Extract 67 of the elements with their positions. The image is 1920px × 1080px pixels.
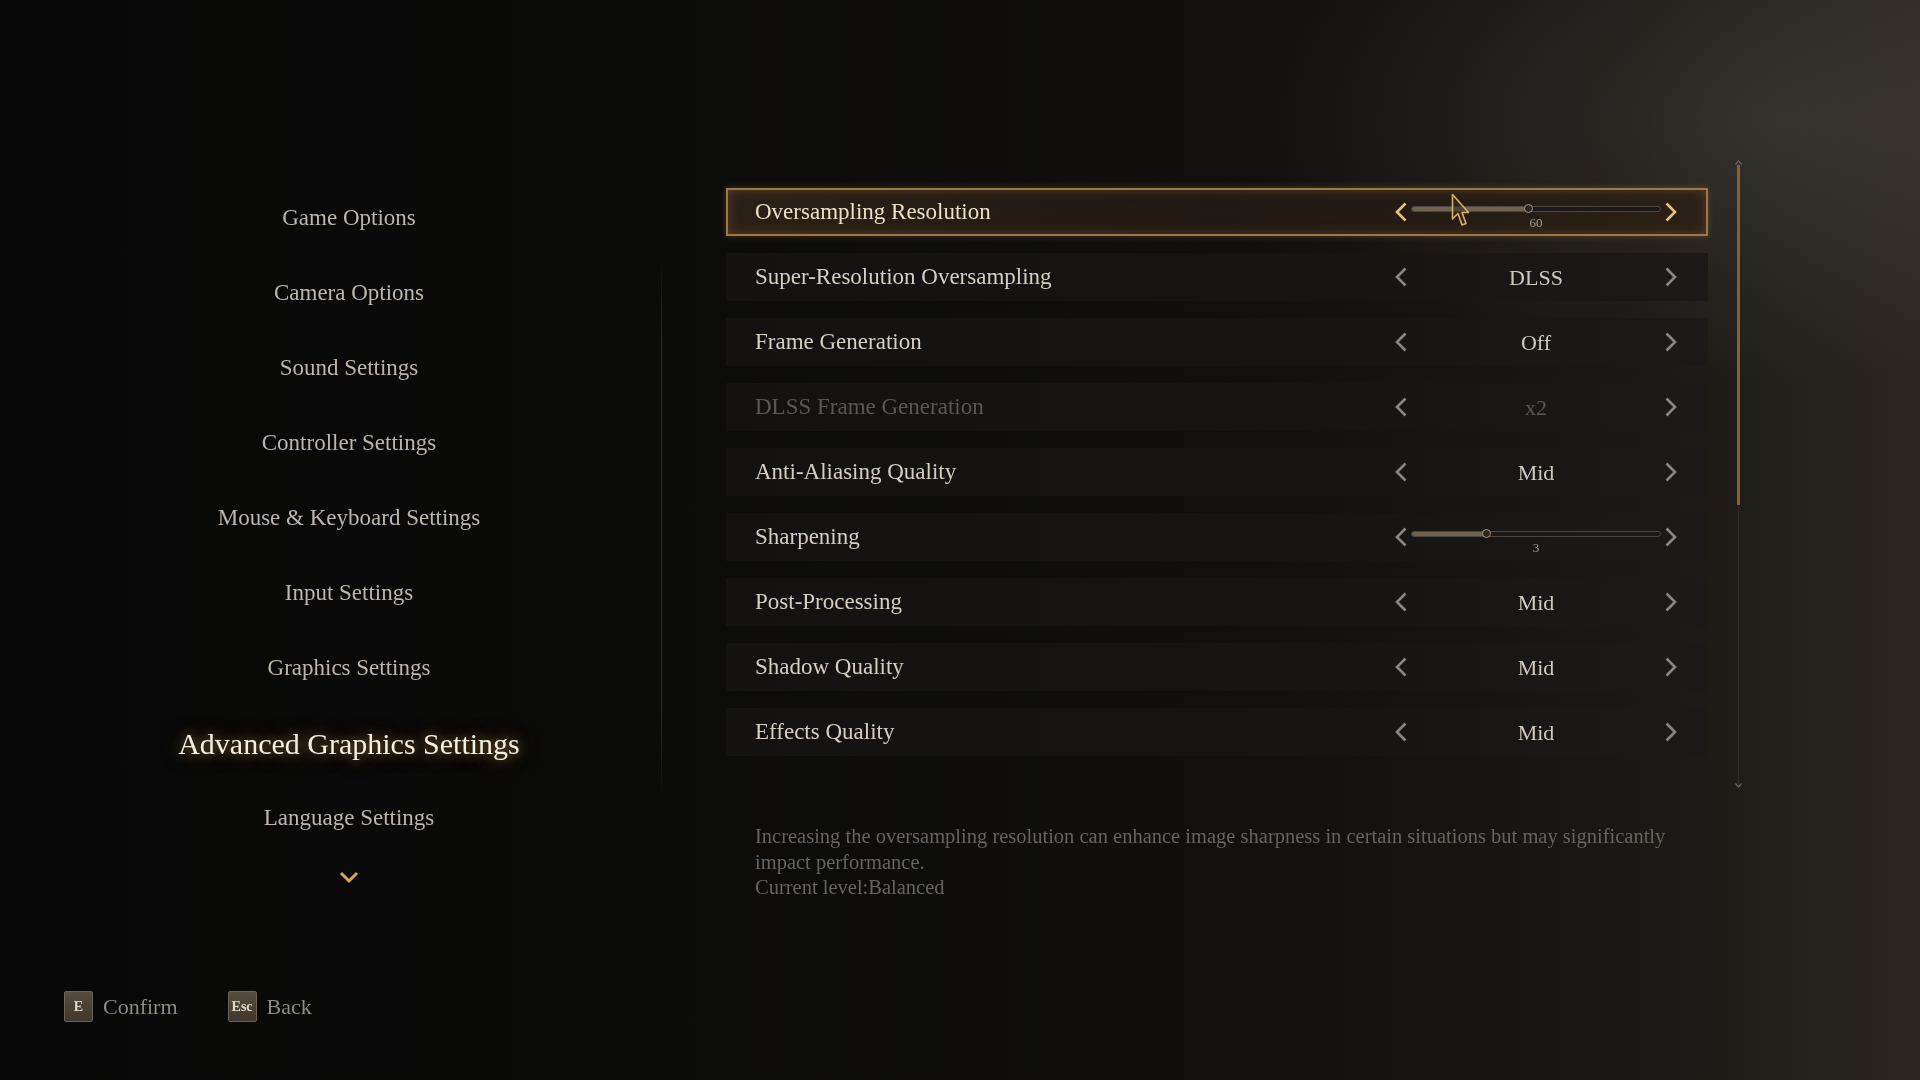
hint-button[interactable]: E Confirm [64,990,178,1023]
chevron-left-icon[interactable] [1395,657,1407,677]
menu-item[interactable]: Sound Settings [271,331,427,406]
chevron-right-icon[interactable] [1665,657,1677,677]
scrollbar-thumb[interactable] [1737,165,1740,505]
menu-item[interactable]: Input Settings [276,556,422,631]
setting-row[interactable]: Anti-Aliasing Quality Mid [726,448,1708,496]
menu-item[interactable]: Controller Settings [253,406,445,481]
chevron-right-icon[interactable] [1665,267,1677,287]
chevron-right-icon[interactable] [1665,202,1677,222]
slider-thumb[interactable] [1481,529,1491,538]
chevron-right-icon[interactable] [1665,722,1677,742]
setting-row[interactable]: Frame Generation Off [726,318,1708,366]
menu-item[interactable]: Camera Options [265,256,433,331]
setting-label: Anti-Aliasing Quality [755,457,957,486]
chevron-left-icon[interactable] [1395,332,1407,352]
scrollbar[interactable] [1737,165,1740,783]
chevron-right-icon[interactable] [1665,462,1677,482]
chevron-down-icon[interactable] [339,871,359,884]
setting-value: Mid [1517,653,1555,682]
setting-row[interactable]: Super-Resolution Oversampling DLSS [726,253,1708,301]
setting-value: Mid [1517,458,1555,487]
setting-label: Super-Resolution Oversampling [755,262,1052,291]
slider-thumb[interactable] [1524,204,1534,213]
menu-item[interactable]: Graphics Settings [259,631,439,706]
chevron-right-icon[interactable] [1665,592,1677,612]
slider-value: 60 [1529,215,1543,229]
slider-value: 3 [1532,540,1540,554]
setting-label: DLSS Frame Generation [755,392,984,421]
chevron-left-icon[interactable] [1395,462,1407,482]
description-text: Increasing the oversampling resolution can enhance image sharpness in certain situations but may significantly impact performance. [755,824,1667,875]
slider-track[interactable] [1411,205,1661,212]
hint-button[interactable]: Esc Back [227,990,312,1023]
setting-value: Mid [1517,718,1555,747]
setting-label: Post-Processing [755,587,902,616]
keycap: E [64,991,93,1022]
setting-label: Oversampling Resolution [755,197,991,226]
setting-value: Mid [1517,588,1555,617]
setting-row[interactable]: Post-Processing Mid [726,578,1708,626]
menu-item[interactable]: Mouse & Keyboard Settings [209,481,489,556]
chevron-right-icon[interactable] [1665,332,1677,352]
menu-item[interactable]: Advanced Graphics Settings [170,706,528,781]
chevron-right-icon[interactable] [1665,527,1677,547]
chevron-left-icon[interactable] [1395,722,1407,742]
setting-label: Shadow Quality [755,652,904,681]
setting-value: DLSS [1509,263,1563,292]
setting-value: Off [1520,328,1552,357]
setting-row[interactable]: Shadow Quality Mid [726,643,1708,691]
setting-label: Effects Quality [755,717,895,746]
setting-label: Sharpening [755,522,860,551]
scroll-down-icon[interactable] [1735,783,1742,788]
chevron-left-icon[interactable] [1395,267,1407,287]
menu-item[interactable]: Game Options [274,181,424,256]
current-level-text: Current level:Balanced [755,875,946,900]
chevron-left-icon[interactable] [1395,202,1407,222]
keycap: Esc [227,991,257,1022]
chevron-left-icon[interactable] [1395,527,1407,547]
setting-row[interactable]: Sharpening 3 [726,513,1708,561]
setting-label: Frame Generation [755,327,922,356]
slider-track[interactable] [1411,530,1661,537]
setting-row[interactable]: Oversampling Resolution 60 [726,188,1708,236]
setting-row[interactable]: Effects Quality Mid [726,708,1708,756]
cursor-icon [1451,193,1470,227]
setting-value: x2 [1525,393,1547,422]
chevron-left-icon[interactable] [1395,592,1407,612]
menu-item[interactable]: Language Settings [255,781,443,856]
scroll-up-icon[interactable] [1735,160,1742,165]
